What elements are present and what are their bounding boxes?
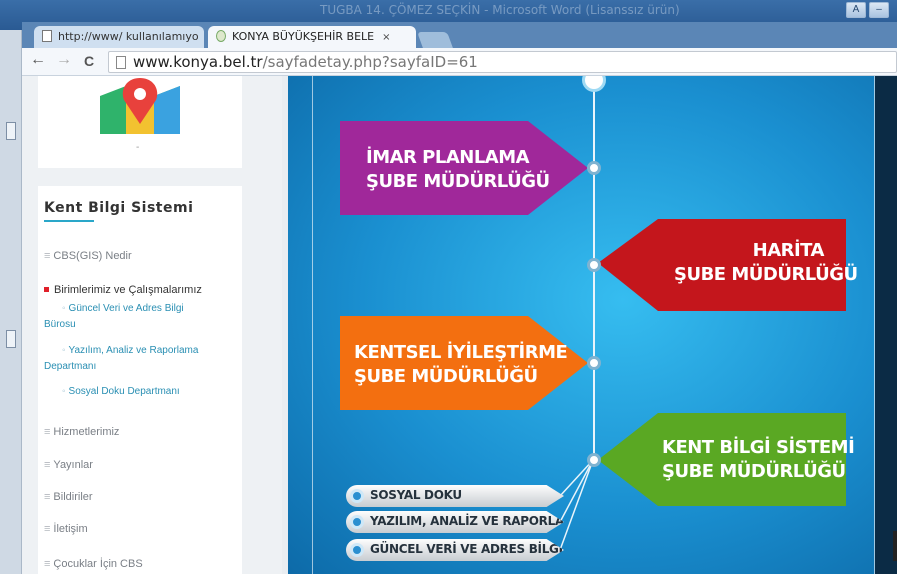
edge-marker [6,122,16,140]
banner-harita-text: HARİTA ŞUBE MÜDÜRLÜĞÜ [674,240,858,285]
timeline-node [587,453,601,467]
background-window-edge [0,30,22,574]
site-favicon-icon [216,30,226,42]
page-icon [42,30,52,42]
timeline-node [587,161,601,175]
sidebar-item-yayinlar[interactable]: ≡ Yayınlar [44,459,93,471]
edge-marker [6,330,16,348]
banner-kent-bilgi-text: KENT BİLGİ SİSTEMİ ŞUBE MÜDÜRLÜĞÜ [662,437,855,482]
pill-dot-icon [350,543,364,557]
pill-dot-icon [350,489,364,503]
sidebar-subitem-guncel-veri[interactable]: ◦ Güncel Veri ve Adres Bilgi Bürosu [44,301,184,333]
back-arrow-icon[interactable]: ← [30,51,46,69]
sidebar-subitem-yazilim[interactable]: ◦ Yazılım, Analiz ve Raporlama Departmanı [44,343,198,375]
sidebar-item-iletisim[interactable]: ≡ İletişim [44,523,88,535]
url-path: /sayfadetay.php?sayfaID=61 [262,53,478,71]
connector-line [559,459,594,551]
logo-caption: - [136,142,140,153]
department-pill: GÜNCEL VERİ VE ADRES BİLGİ [346,539,564,561]
red-bullet-icon [44,287,49,292]
tab-konya[interactable]: KONYA BÜYÜKŞEHİR BELE × [208,26,416,48]
close-icon[interactable]: × [382,32,390,43]
tab-strip: http://www/ kullanılamıyo× KONYA BÜYÜKŞE… [22,22,897,48]
sidebar-item-birimlerimiz[interactable]: Birimlerimiz ve Çalışmalarımız [44,284,202,296]
sidebar-item-cocuklar-icin-cbs[interactable]: ≡ Çocuklar İçin CBS [44,558,143,570]
timeline-node [587,356,601,370]
sidebar-item-cbs-nedir[interactable]: ≡ CBS(GIS) Nedir [44,250,132,262]
sidebar-title: Kent Bilgi Sistemi [44,200,194,216]
tab-unavailable[interactable]: http://www/ kullanılamıyo× [34,26,204,48]
tab-label: http://www/ kullanılamıyo [58,30,199,43]
sidebar-item-hizmetlerimiz[interactable]: ≡ Hizmetlerimiz [44,426,119,438]
department-pill: SOSYAL DOKU [346,485,564,507]
forward-arrow-icon[interactable]: → [56,51,72,69]
timeline-node [587,258,601,272]
url-host: www.konya.bel.tr [133,53,263,71]
new-tab-button[interactable] [417,32,453,48]
pill-dot-icon [350,515,364,529]
map-pin-icon [100,78,180,134]
title-underline [44,220,94,222]
sidebar-item-bildiriler[interactable]: ≡ Bildiriler [44,491,93,503]
page-icon [116,56,126,69]
address-bar[interactable]: www.konya.bel.tr/sayfadetay.php?sayfaID=… [108,51,897,73]
web-page: - Kent Bilgi Sistemi ≡ CBS(GIS) Nedir Bir… [22,76,897,574]
browser-toolbar: ← → C www.konya.bel.tr/sayfadetay.php?sa… [22,48,897,76]
sidebar-subitem-sosyal-doku[interactable]: ◦ Sosyal Doku Departmanı [62,384,180,400]
department-pill: YAZILIM, ANALİZ VE RAPORLAMA [346,511,564,533]
scroll-indicator [893,531,897,561]
org-chart-infographic: İMAR PLANLAMA ŞUBE MÜDÜRLÜĞÜ HARİTA ŞUBE M… [288,76,897,574]
sidebar: - Kent Bilgi Sistemi ≡ CBS(GIS) Nedir Bir… [22,76,282,574]
restore-button[interactable]: A [846,2,866,18]
logo-card: - [38,76,242,168]
banner-imar-text: İMAR PLANLAMA ŞUBE MÜDÜRLÜĞÜ [366,147,550,192]
banner-kentsel-text: KENTSEL İYİLEŞTİRME ŞUBE MÜDÜRLÜĞÜ [354,342,568,387]
reload-icon[interactable]: C [84,53,94,69]
minimize-button[interactable]: – [869,2,889,18]
background-window-title: TUGBA 14. ÇÖMEZ SEÇKİN - Microsoft Word … [320,3,680,17]
tab-label: KONYA BÜYÜKŞEHİR BELE [232,30,375,43]
menu-card [38,186,242,574]
